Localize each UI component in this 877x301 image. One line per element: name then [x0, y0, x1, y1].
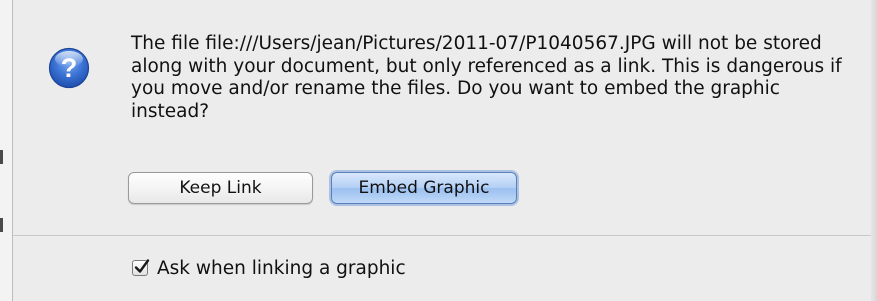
alert-message: The file file:///Users/jean/Pictures/201…	[131, 33, 842, 122]
embed-graphic-button[interactable]: Embed Graphic	[331, 172, 517, 204]
ask-when-linking-label[interactable]: Ask when linking a graphic	[157, 258, 406, 279]
edge-mark	[0, 150, 3, 164]
question-mark-icon: ?	[48, 47, 90, 89]
svg-text:?: ?	[61, 53, 78, 83]
keep-link-button[interactable]: Keep Link	[128, 172, 313, 204]
window-right-edge	[871, 0, 877, 301]
checkmark-icon	[134, 259, 150, 273]
ask-when-linking-checkbox[interactable]	[132, 259, 150, 276]
window-left-edge	[0, 0, 13, 301]
edge-mark	[0, 218, 3, 232]
separator	[13, 235, 871, 236]
ask-when-linking-option: Ask when linking a graphic	[132, 257, 406, 279]
alert-dialog: ? The file file:///Users/jean/Pictures/2…	[13, 0, 871, 301]
